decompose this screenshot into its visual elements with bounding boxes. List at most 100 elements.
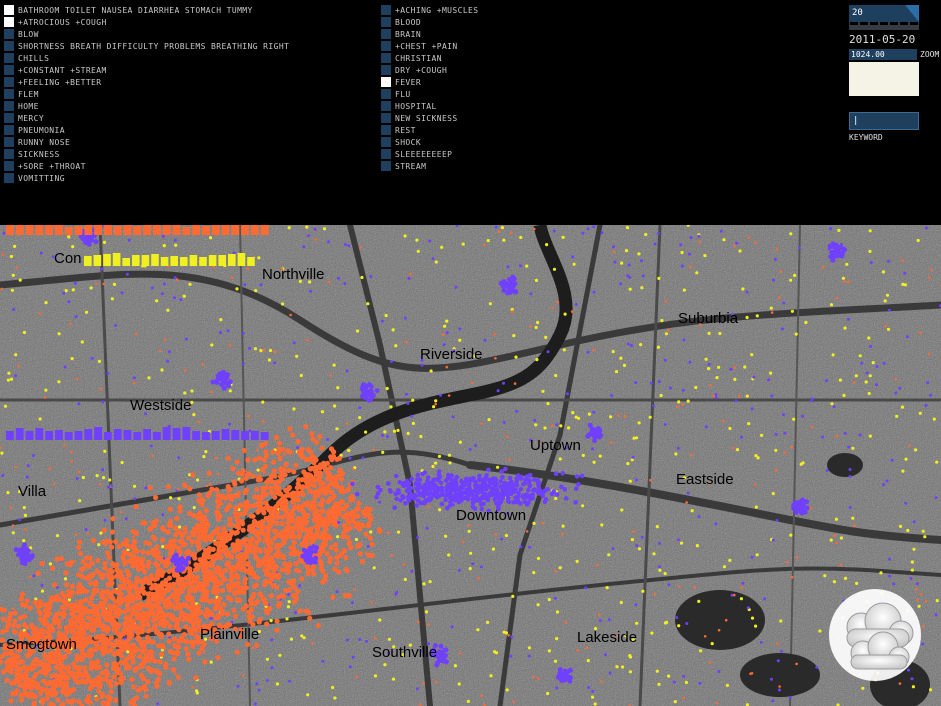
checkbox[interactable] bbox=[4, 173, 14, 183]
yellow-point bbox=[97, 543, 101, 547]
keyword-toggle[interactable]: BLOW bbox=[4, 28, 289, 40]
orange-point bbox=[140, 585, 146, 591]
keyword-toggle[interactable]: DRY +COUGH bbox=[381, 64, 478, 76]
keyword-toggle[interactable]: FEVER bbox=[381, 76, 478, 88]
keyword-toggle[interactable]: RUNNY NOSE bbox=[4, 136, 289, 148]
yellow-point bbox=[664, 332, 669, 336]
keyword-toggle[interactable]: CHRISTIAN bbox=[381, 52, 478, 64]
keyword-toggle[interactable]: STREAM bbox=[381, 160, 478, 172]
keyword-label: CHRISTIAN bbox=[395, 53, 442, 63]
keyword-toggle[interactable]: CHILLS bbox=[4, 52, 289, 64]
checkbox[interactable] bbox=[381, 113, 391, 123]
keyword-toggle[interactable]: +FEELING +BETTER bbox=[4, 76, 289, 88]
orange-point bbox=[115, 648, 121, 654]
checkbox[interactable] bbox=[381, 41, 391, 51]
purple-point bbox=[915, 582, 919, 586]
keyword-toggle[interactable]: MERCY bbox=[4, 112, 289, 124]
keyword-toggle[interactable]: BLOOD bbox=[381, 16, 478, 28]
checkbox[interactable] bbox=[381, 89, 391, 99]
checkbox[interactable] bbox=[4, 77, 14, 87]
orange-point bbox=[247, 414, 250, 418]
checkbox[interactable] bbox=[381, 149, 391, 159]
checkbox[interactable] bbox=[4, 53, 14, 63]
keyword-label: +FEELING +BETTER bbox=[18, 77, 102, 87]
yellow-point bbox=[886, 327, 891, 331]
checkbox[interactable] bbox=[4, 41, 14, 51]
checkbox[interactable] bbox=[4, 161, 14, 171]
keyword-toggle[interactable]: +ATROCIOUS +COUGH bbox=[4, 16, 289, 28]
yellow-point bbox=[416, 249, 420, 253]
purple-point bbox=[494, 489, 500, 495]
keyword-toggle[interactable]: SHOCK bbox=[381, 136, 478, 148]
zoom-preview[interactable] bbox=[849, 62, 919, 96]
purple-bar bbox=[74, 431, 83, 440]
keyword-toggle[interactable]: FLEM bbox=[4, 88, 289, 100]
checkbox[interactable] bbox=[4, 125, 14, 135]
keyword-toggle[interactable]: +ACHING +MUSCLES bbox=[381, 4, 478, 16]
keyword-toggle[interactable]: +CONSTANT +STREAM bbox=[4, 64, 289, 76]
purple-point bbox=[90, 356, 94, 360]
checkbox[interactable] bbox=[381, 17, 391, 27]
checkbox[interactable] bbox=[381, 29, 391, 39]
checkbox[interactable] bbox=[381, 137, 391, 147]
yellow-point bbox=[14, 353, 18, 357]
orange-point bbox=[204, 589, 210, 595]
checkbox[interactable] bbox=[4, 65, 14, 75]
keyword-toggle[interactable]: SICKNESS bbox=[4, 148, 289, 160]
yellow-point bbox=[637, 252, 641, 256]
checkbox[interactable] bbox=[381, 53, 391, 63]
checkbox[interactable] bbox=[4, 137, 14, 147]
checkbox[interactable] bbox=[381, 65, 391, 75]
keyword-toggle[interactable]: BATHROOM TOILET NAUSEA DIARRHEA STOMACH … bbox=[4, 4, 289, 16]
keyword-toggle[interactable]: REST bbox=[381, 124, 478, 136]
slider-thumb[interactable] bbox=[905, 5, 919, 22]
checkbox[interactable] bbox=[4, 89, 14, 99]
orange-point bbox=[196, 492, 202, 498]
orange-point bbox=[145, 599, 151, 606]
purple-point bbox=[848, 475, 852, 478]
checkbox[interactable] bbox=[4, 29, 14, 39]
purple-point bbox=[287, 593, 291, 597]
keyword-toggle[interactable]: BRAIN bbox=[381, 28, 478, 40]
checkbox[interactable] bbox=[4, 5, 14, 15]
orange-bar bbox=[55, 225, 63, 235]
orange-point bbox=[274, 434, 280, 440]
map-view[interactable]: Northville Suburbia Riverside Westside Uptow… bbox=[0, 225, 941, 706]
checkbox[interactable] bbox=[4, 149, 14, 159]
keyword-toggle[interactable]: +CHEST +PAIN bbox=[381, 40, 478, 52]
checkbox[interactable] bbox=[381, 161, 391, 171]
keyword-toggle[interactable]: NEW SICKNESS bbox=[381, 112, 478, 124]
checkbox[interactable] bbox=[381, 5, 391, 15]
keyword-toggle[interactable]: SLEEEEEEEEP bbox=[381, 148, 478, 160]
orange-point bbox=[15, 266, 18, 269]
yellow-point bbox=[192, 506, 196, 510]
keyword-toggle[interactable]: +SORE +THROAT bbox=[4, 160, 289, 172]
keyword-toggle[interactable]: FLU bbox=[381, 88, 478, 100]
keyword-toggle[interactable]: SHORTNESS BREATH DIFFICULTY PROBLEMS BRE… bbox=[4, 40, 289, 52]
checkbox[interactable] bbox=[381, 101, 391, 111]
keyword-toggle[interactable]: VOMITTING bbox=[4, 172, 289, 184]
keyword-toggle[interactable]: HOME bbox=[4, 100, 289, 112]
yellow-bar bbox=[151, 254, 159, 266]
time-window-slider[interactable]: 20 bbox=[849, 5, 919, 22]
purple-point bbox=[608, 671, 612, 675]
zoom-field[interactable]: 1024.00 bbox=[849, 49, 917, 60]
orange-point bbox=[311, 517, 317, 523]
orange-point bbox=[53, 664, 59, 670]
checkbox[interactable] bbox=[4, 17, 14, 27]
orange-point bbox=[256, 455, 262, 461]
keyword-input[interactable]: | bbox=[849, 112, 919, 130]
orange-point bbox=[89, 659, 95, 665]
orange-point bbox=[232, 589, 238, 595]
checkbox[interactable] bbox=[381, 77, 391, 87]
orange-point bbox=[332, 542, 339, 548]
checkbox[interactable] bbox=[381, 125, 391, 135]
yellow-point bbox=[355, 329, 360, 333]
orange-point bbox=[733, 593, 736, 597]
checkbox[interactable] bbox=[4, 101, 14, 111]
orange-point bbox=[234, 517, 240, 523]
keyword-toggle[interactable]: HOSPITAL bbox=[381, 100, 478, 112]
checkbox[interactable] bbox=[4, 113, 14, 123]
yellow-point bbox=[9, 377, 14, 381]
keyword-toggle[interactable]: PNEUMONIA bbox=[4, 124, 289, 136]
